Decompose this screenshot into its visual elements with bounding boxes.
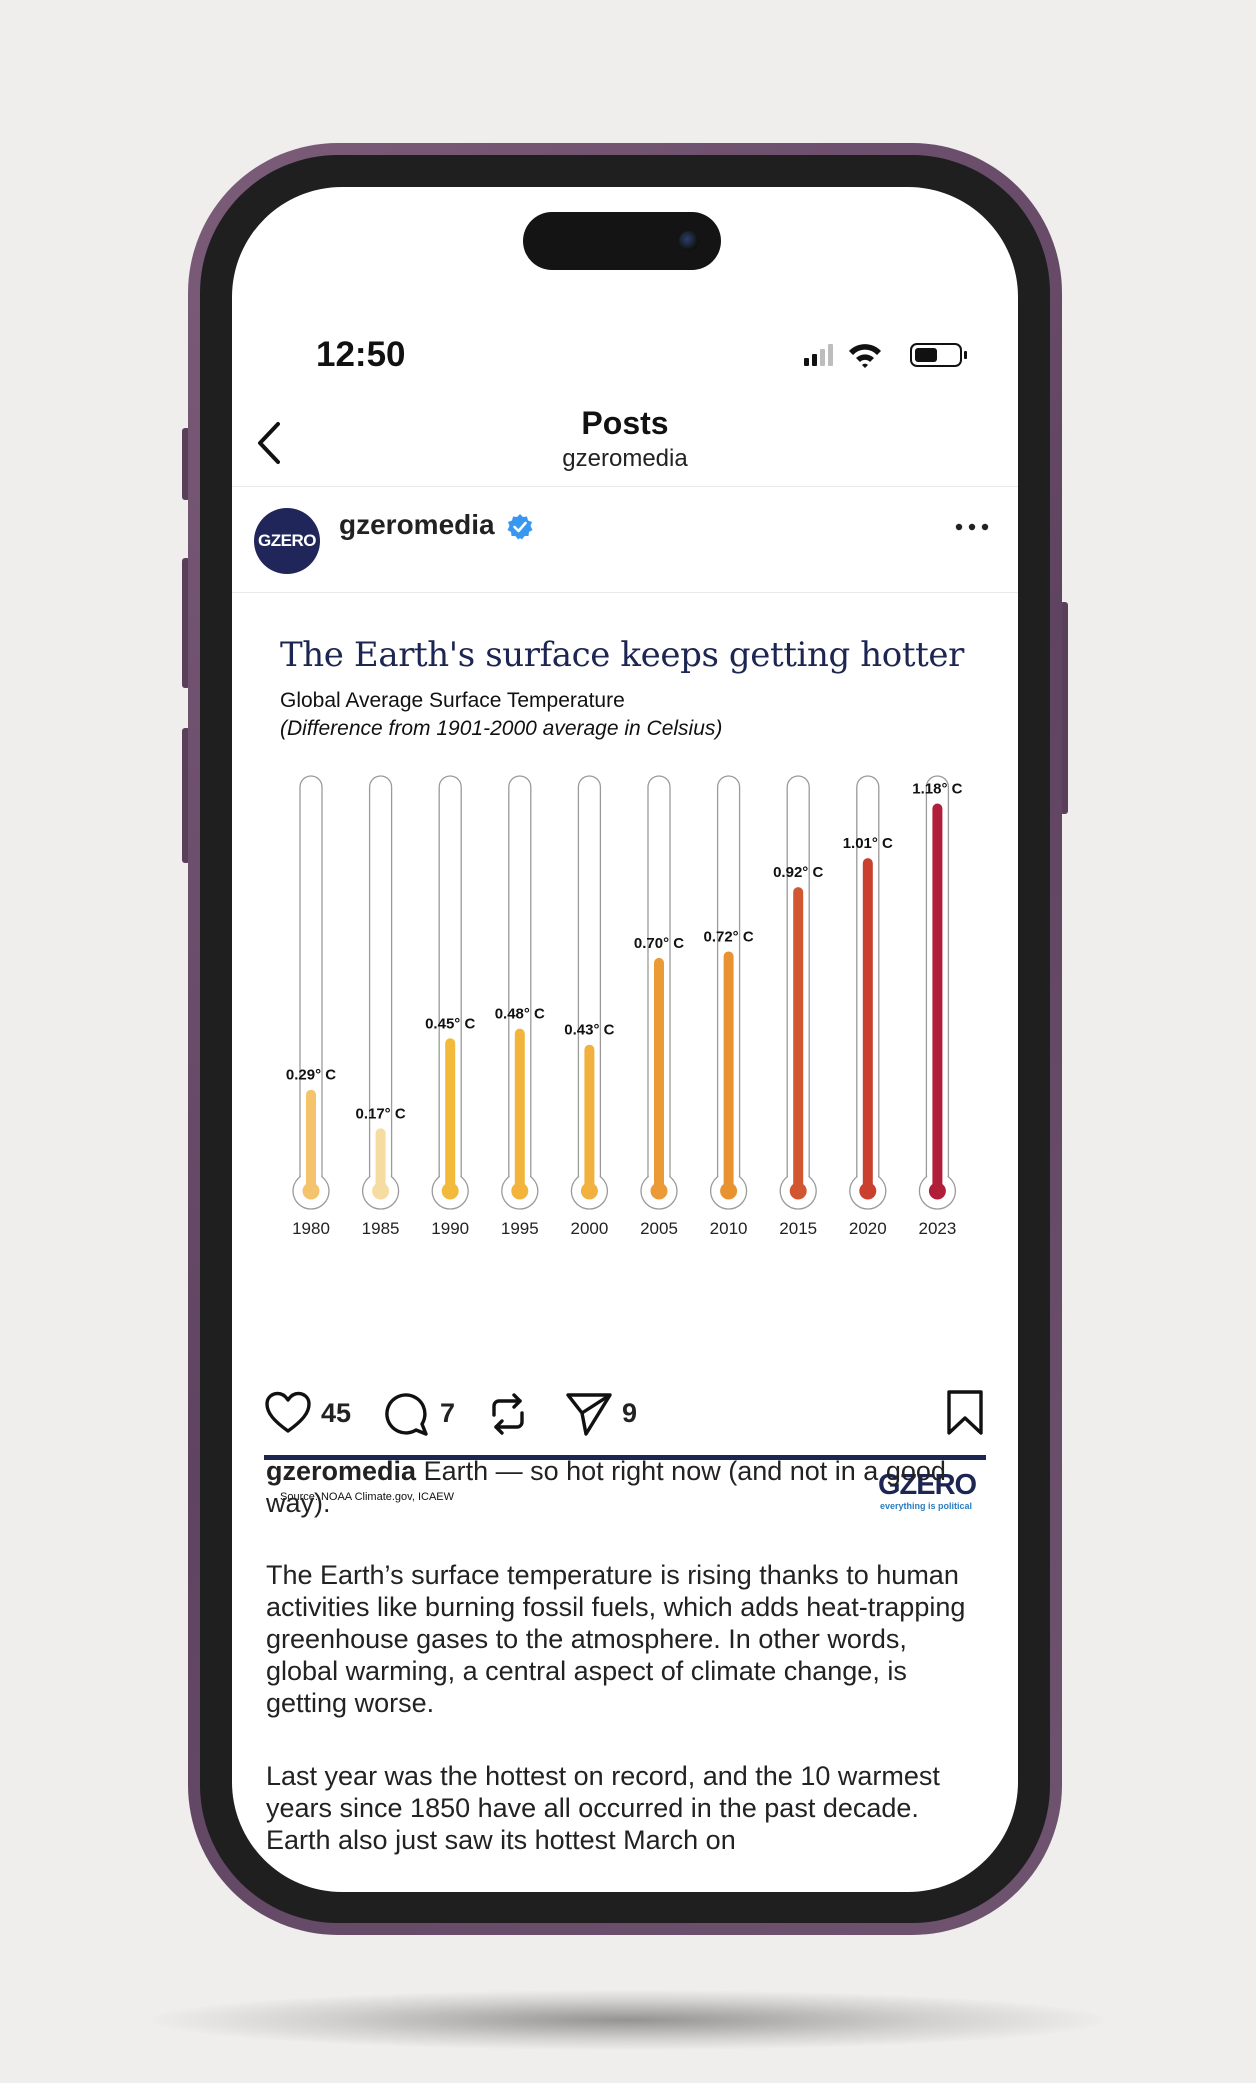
- temperature-bar: [932, 803, 943, 1191]
- wifi-icon: [849, 344, 881, 368]
- temperature-bulb: [372, 1182, 390, 1200]
- data-label: 1.01° C: [843, 835, 893, 852]
- data-label: 1.18° C: [912, 781, 962, 798]
- avatar[interactable]: GZERO: [254, 508, 320, 574]
- post-actions: 45 7 9: [232, 1379, 1018, 1449]
- data-label: 0.43° C: [564, 1022, 614, 1039]
- temperature-bulb: [302, 1182, 320, 1200]
- temperature-bar: [862, 858, 873, 1191]
- status-icons: [804, 340, 974, 377]
- like-count[interactable]: 45: [321, 1398, 351, 1429]
- x-tick-label: 2010: [710, 1219, 748, 1238]
- signal-icon: [804, 344, 833, 366]
- heart-icon[interactable]: [264, 1391, 312, 1435]
- x-tick-label: 2000: [570, 1219, 608, 1238]
- phone-shadow: [150, 1990, 1106, 2050]
- temperature-bar: [723, 951, 734, 1191]
- data-label: 0.29° C: [286, 1067, 336, 1084]
- battery-icon: [910, 343, 967, 367]
- caption-username[interactable]: gzeromedia: [266, 1456, 416, 1486]
- caption-line1: gzeromedia Earth — so hot right now (and…: [266, 1455, 986, 1519]
- temperature-bulb: [859, 1182, 877, 1200]
- data-label: 0.45° C: [425, 1015, 475, 1032]
- x-tick-label: 2020: [849, 1219, 887, 1238]
- comment-icon[interactable]: [383, 1391, 429, 1437]
- camera-icon: [679, 231, 699, 251]
- phone-screen: 12:50 Posts gzeromedia GZERO gzeromedia …: [232, 187, 1018, 1892]
- temperature-bar: [445, 1038, 456, 1191]
- post-username[interactable]: gzeromedia: [339, 509, 495, 541]
- x-tick-label: 1980: [292, 1219, 330, 1238]
- x-tick-label: 1990: [431, 1219, 469, 1238]
- data-label: 0.70° C: [634, 935, 684, 952]
- data-label: 0.92° C: [773, 864, 823, 881]
- data-label: 0.72° C: [703, 928, 753, 945]
- dynamic-island: [523, 212, 721, 270]
- temperature-bulb: [511, 1182, 529, 1200]
- comment-count[interactable]: 7: [440, 1398, 455, 1429]
- post-image[interactable]: The Earth's surface keeps getting hotter…: [232, 593, 1018, 1511]
- temperature-bulb: [789, 1182, 807, 1200]
- temperature-bar: [514, 1028, 525, 1191]
- page-title: Posts: [581, 405, 669, 441]
- x-tick-label: 2023: [918, 1219, 956, 1238]
- x-tick-label: 2015: [779, 1219, 817, 1238]
- temperature-bar: [306, 1089, 316, 1191]
- temperature-bulb: [650, 1182, 668, 1200]
- data-label: 0.17° C: [355, 1105, 405, 1122]
- page-subtitle: gzeromedia: [562, 445, 688, 472]
- temperature-bar: [375, 1128, 386, 1191]
- bookmark-icon[interactable]: [945, 1389, 985, 1437]
- x-tick-label: 1995: [501, 1219, 539, 1238]
- temperature-bar: [584, 1044, 595, 1191]
- header-divider: [232, 486, 1018, 487]
- temperature-bulb: [720, 1182, 738, 1200]
- caption-paragraph-2: The Earth’s surface temperature is risin…: [266, 1560, 966, 1718]
- repost-icon[interactable]: [486, 1391, 530, 1437]
- temperature-bulb: [580, 1182, 598, 1200]
- verified-badge-icon: [507, 514, 533, 540]
- more-options-icon[interactable]: [954, 522, 994, 532]
- temperature-bulb: [441, 1182, 459, 1200]
- temperature-bar: [793, 887, 804, 1191]
- status-time: 12:50: [316, 335, 406, 374]
- x-tick-label: 2005: [640, 1219, 678, 1238]
- temperature-bar: [654, 957, 664, 1191]
- data-label: 0.48° C: [495, 1006, 545, 1023]
- temperature-bulb: [928, 1182, 946, 1200]
- x-tick-label: 1985: [362, 1219, 400, 1238]
- caption-paragraph-3: Last year was the hottest on record, and…: [266, 1761, 940, 1855]
- thermometer-chart: 0.29° C 1980 0.17° C 1985 0.45° C 1990 0.48° C…: [286, 775, 963, 1238]
- send-icon[interactable]: [565, 1391, 613, 1437]
- share-count[interactable]: 9: [622, 1398, 637, 1429]
